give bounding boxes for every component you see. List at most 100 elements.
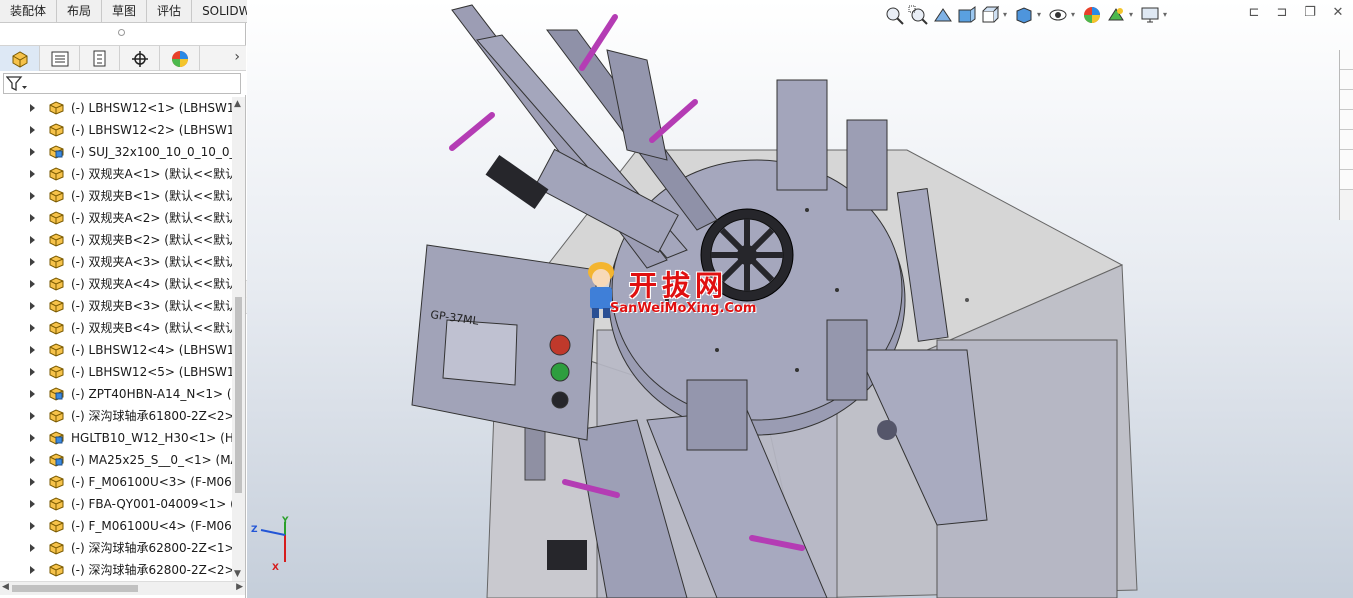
tab-3[interactable]: 评估 bbox=[147, 0, 193, 23]
scroll-up-icon[interactable]: ▲ bbox=[234, 99, 241, 109]
tab-property-manager[interactable] bbox=[40, 46, 80, 71]
home-icon[interactable] bbox=[1340, 50, 1353, 70]
tree-item[interactable]: (-) FBA-QY001-04009<1> (默 bbox=[0, 493, 232, 515]
expand-arrow-icon[interactable] bbox=[30, 544, 35, 552]
panel-grip-icon[interactable] bbox=[118, 29, 125, 36]
expand-arrow-icon[interactable] bbox=[30, 522, 35, 530]
graphics-area[interactable]: GP-37ML 开拔网 SanWeiMoXing.Com Z Y X ▾ ▾ ▾ ▾ ▾… bbox=[247, 0, 1353, 598]
tree-item[interactable]: (-) 双规夹A<2> (默认<<默认 bbox=[0, 207, 232, 229]
resources-icon[interactable] bbox=[1340, 70, 1353, 90]
part-icon bbox=[49, 541, 64, 555]
hud-button-previous-view[interactable] bbox=[931, 4, 953, 26]
dropdown-caret-icon[interactable]: ▾ bbox=[1003, 4, 1011, 26]
tree-item[interactable]: (-) LBHSW12<4> (LBHSW12 bbox=[0, 339, 232, 361]
expand-arrow-icon[interactable] bbox=[30, 456, 35, 464]
tree-item[interactable]: (-) 双规夹A<4> (默认<<默认 bbox=[0, 273, 232, 295]
expand-arrow-icon[interactable] bbox=[30, 258, 35, 266]
tree-item-label: (-) MA25x25_S__0_<1> (MA bbox=[71, 453, 232, 467]
tree-item[interactable]: (-) F_M06100U<4> (F-M061 bbox=[0, 515, 232, 537]
hud-button-apply-scene[interactable] bbox=[1105, 4, 1127, 26]
tree-item[interactable]: (-) 双规夹A<3> (默认<<默认 bbox=[0, 251, 232, 273]
hud-button-zoom-to-area[interactable] bbox=[907, 4, 929, 26]
tree-item[interactable]: (-) MA25x25_S__0_<1> (MA bbox=[0, 449, 232, 471]
expand-arrow-icon[interactable] bbox=[30, 170, 35, 178]
tree-horizontal-scrollbar[interactable]: ◀ ▶ bbox=[0, 581, 245, 595]
hud-button-hide-show-items[interactable] bbox=[1047, 4, 1069, 26]
scrollbar-thumb[interactable] bbox=[235, 297, 242, 493]
tree-item[interactable]: HGLTB10_W12_H30<1> (HG bbox=[0, 427, 232, 449]
expand-arrow-icon[interactable] bbox=[30, 192, 35, 200]
hud-button-section-view[interactable] bbox=[955, 4, 977, 26]
expand-arrow-icon[interactable] bbox=[30, 434, 35, 442]
apply-scene-icon bbox=[1108, 8, 1124, 21]
tree-item[interactable]: (-) LBHSW12<2> (LBHSW12 bbox=[0, 119, 232, 141]
design-library-icon[interactable] bbox=[1340, 90, 1353, 110]
tree-item[interactable]: (-) LBHSW12<1> (LBHSW12 bbox=[0, 97, 232, 119]
tab-2[interactable]: 草图 bbox=[102, 0, 148, 23]
notes-icon[interactable] bbox=[1340, 170, 1353, 190]
hud-button-view-setting[interactable] bbox=[1139, 4, 1161, 26]
tree-item-label: (-) LBHSW12<1> (LBHSW12 bbox=[71, 101, 232, 115]
expand-arrow-icon[interactable] bbox=[30, 126, 35, 134]
tree-item[interactable]: (-) 深沟球轴承62800-2Z<1> bbox=[0, 537, 232, 559]
appearances-icon[interactable] bbox=[1340, 130, 1353, 150]
tab-1[interactable]: 布局 bbox=[57, 0, 103, 23]
dropdown-caret-icon[interactable]: ▾ bbox=[1071, 4, 1079, 26]
tile-right-icon[interactable]: ⊐ bbox=[1275, 6, 1289, 20]
tab-0[interactable]: 装配体 bbox=[0, 0, 58, 23]
expand-arrow-icon[interactable] bbox=[30, 324, 35, 332]
tab-configuration-manager[interactable] bbox=[80, 46, 120, 71]
expand-arrow-icon[interactable] bbox=[30, 566, 35, 574]
expand-arrow-icon[interactable] bbox=[30, 236, 35, 244]
tree-item[interactable]: (-) 双规夹B<1> (默认<<默认 bbox=[0, 185, 232, 207]
expand-arrow-icon[interactable] bbox=[30, 104, 35, 112]
expand-arrow-icon[interactable] bbox=[30, 368, 35, 376]
scroll-left-icon[interactable]: ◀ bbox=[2, 582, 9, 592]
tree-item[interactable]: (-) 双规夹B<2> (默认<<默认 bbox=[0, 229, 232, 251]
expand-arrow-icon[interactable] bbox=[30, 478, 35, 486]
tree-vertical-scrollbar[interactable]: ▲ ▼ bbox=[232, 97, 245, 581]
close-window-icon[interactable]: ✕ bbox=[1331, 6, 1345, 20]
dropdown-caret-icon[interactable]: ▾ bbox=[1037, 4, 1045, 26]
dropdown-caret-icon[interactable]: ▾ bbox=[1163, 4, 1171, 26]
tree-item[interactable]: (-) 双规夹A<1> (默认<<默认 bbox=[0, 163, 232, 185]
triad-z-label: Z bbox=[251, 525, 258, 535]
tree-item[interactable]: (-) F_M06100U<3> (F-M061 bbox=[0, 471, 232, 493]
tree-item[interactable]: (-) 双规夹B<3> (默认<<默认 bbox=[0, 295, 232, 317]
property-manager-icon bbox=[51, 51, 68, 66]
part-icon bbox=[49, 387, 64, 401]
tile-left-icon[interactable]: ⊏ bbox=[1247, 6, 1261, 20]
expand-arrow-icon[interactable] bbox=[30, 302, 35, 310]
tree-item-label: (-) 双规夹B<4> (默认<<默认 bbox=[71, 321, 232, 335]
expand-arrow-icon[interactable] bbox=[30, 390, 35, 398]
panel-scroll-right-icon[interactable]: › bbox=[234, 49, 240, 65]
tab-dimxpert-manager[interactable] bbox=[120, 46, 160, 71]
tree-item[interactable]: (-) ZPT40HBN-A14_N<1> (H bbox=[0, 383, 232, 405]
expand-arrow-icon[interactable] bbox=[30, 280, 35, 288]
file-explorer-icon[interactable] bbox=[1340, 110, 1353, 130]
tree-item[interactable]: (-) SUJ_32x100_10_0_10_0_< bbox=[0, 141, 232, 163]
hud-button-edit-appearance[interactable] bbox=[1081, 4, 1103, 26]
tree-filter-input[interactable] bbox=[3, 73, 241, 94]
custom-properties-icon[interactable] bbox=[1340, 150, 1353, 170]
tree-item[interactable]: (-) 深沟球轴承62800-2Z<2> bbox=[0, 559, 232, 581]
hud-button-zoom-to-fit[interactable] bbox=[883, 4, 905, 26]
scroll-down-icon[interactable]: ▼ bbox=[234, 569, 241, 579]
expand-arrow-icon[interactable] bbox=[30, 412, 35, 420]
tree-item[interactable]: (-) LBHSW12<5> (LBHSW12 bbox=[0, 361, 232, 383]
dropdown-caret-icon[interactable]: ▾ bbox=[1129, 4, 1137, 26]
scroll-right-icon[interactable]: ▶ bbox=[236, 582, 243, 592]
expand-arrow-icon[interactable] bbox=[30, 148, 35, 156]
expand-arrow-icon[interactable] bbox=[30, 346, 35, 354]
tab-feature-manager[interactable] bbox=[0, 46, 40, 71]
hud-button-view-orientation[interactable] bbox=[979, 4, 1001, 26]
hscrollbar-thumb[interactable] bbox=[12, 585, 138, 592]
expand-arrow-icon[interactable] bbox=[30, 500, 35, 508]
restore-window-icon[interactable]: ❐ bbox=[1303, 6, 1317, 20]
tab-display-manager[interactable] bbox=[160, 46, 200, 71]
hud-button-display-style[interactable] bbox=[1013, 4, 1035, 26]
tree-item-label: (-) SUJ_32x100_10_0_10_0_< bbox=[71, 145, 232, 159]
expand-arrow-icon[interactable] bbox=[30, 214, 35, 222]
tree-item[interactable]: (-) 深沟球轴承61800-2Z<2> bbox=[0, 405, 232, 427]
tree-item[interactable]: (-) 双规夹B<4> (默认<<默认 bbox=[0, 317, 232, 339]
